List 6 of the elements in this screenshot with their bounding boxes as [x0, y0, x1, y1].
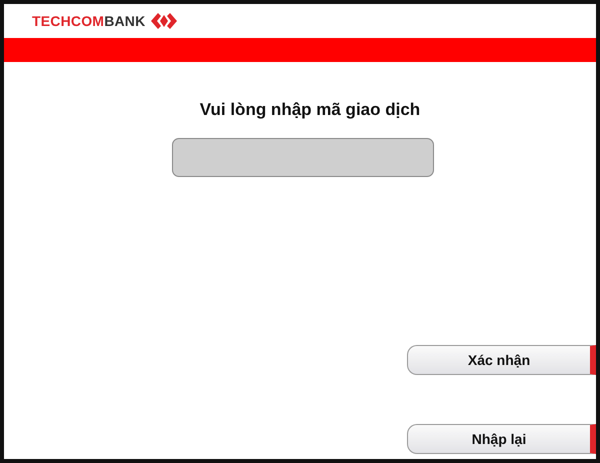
bank-logo: TECHCOMBANK	[32, 13, 146, 29]
prompt-text: Vui lòng nhập mã giao dịch	[198, 100, 422, 120]
input-field[interactable]	[172, 138, 434, 177]
diamond-logo-icon	[151, 11, 178, 31]
atm-button[interactable]: Xác nhận	[407, 345, 596, 375]
atm-button[interactable]: Nhập lại	[407, 424, 596, 454]
